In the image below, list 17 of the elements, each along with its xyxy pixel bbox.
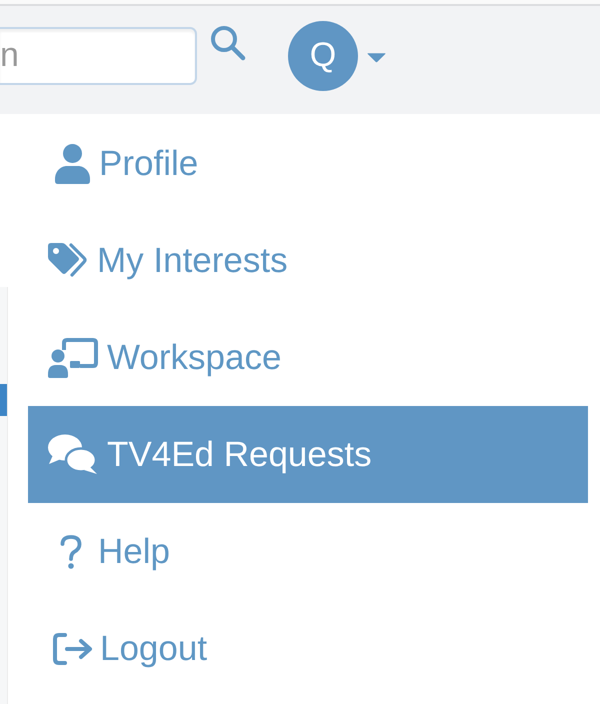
logout-icon [53, 632, 93, 664]
menu-item[interactable]: Help [28, 503, 588, 600]
tags-icon [48, 243, 88, 278]
menu-item[interactable]: My Interests [28, 212, 588, 309]
presenter-icon [48, 338, 98, 378]
user-icon [55, 144, 90, 184]
chat-bubbles-icon [48, 434, 98, 475]
menu-item[interactable]: Workspace [28, 309, 588, 406]
menu-item[interactable]: Profile [28, 115, 588, 212]
avatar[interactable]: Q [288, 20, 358, 90]
search-icon[interactable] [210, 25, 246, 61]
question-mark-icon [60, 534, 82, 568]
menu-item[interactable]: Logout [28, 600, 588, 697]
menu-item[interactable]: TV4Ed Requests [28, 406, 588, 503]
caret-icon[interactable] [367, 53, 386, 63]
search-field[interactable]: n [0, 26, 197, 84]
selection-bar [0, 384, 7, 416]
